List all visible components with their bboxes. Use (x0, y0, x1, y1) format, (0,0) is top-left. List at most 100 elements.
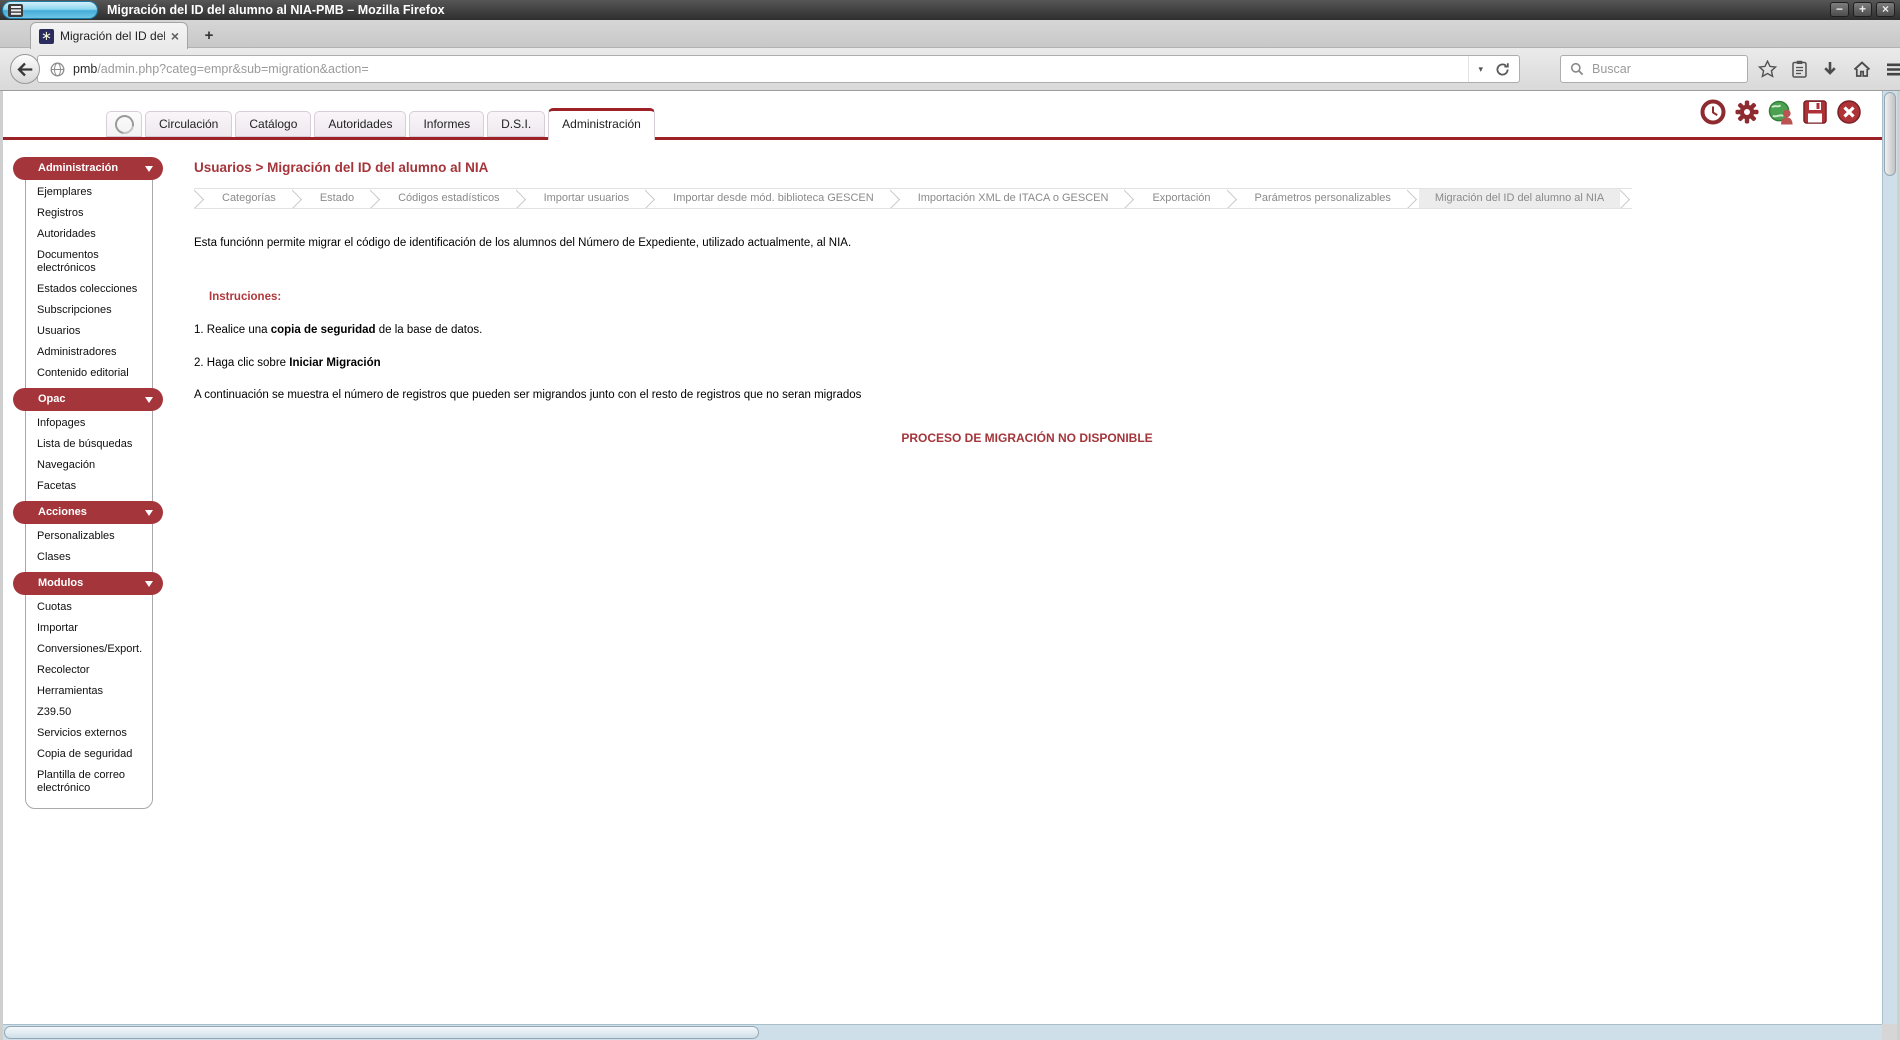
sidebar-item-conversiones-export[interactable]: Conversiones/Export. (13, 639, 163, 660)
sidebar-section-label: Acciones (38, 506, 87, 518)
sidebar-item-personalizables[interactable]: Personalizables (13, 526, 163, 547)
subtab-categorías[interactable]: Categorías (206, 189, 292, 208)
sidebar-item-servicios-externos[interactable]: Servicios externos (13, 723, 163, 744)
sidebar-section-opac[interactable]: Opac (13, 388, 163, 411)
pmb-tab-d-s-i[interactable]: D.S.I. (487, 111, 545, 137)
url-dropdown-icon[interactable]: ▾ (1478, 64, 1483, 75)
clock-icon[interactable] (1700, 99, 1726, 125)
subtab-estado[interactable]: Estado (304, 189, 370, 208)
bookmarks-clipboard-icon[interactable] (1792, 60, 1807, 78)
migration-note: A continuación se muestra el número de r… (194, 389, 1860, 401)
scrollbar-corner (1882, 1024, 1897, 1040)
menu-icon[interactable] (1886, 63, 1900, 76)
window-titlebar: Migración del ID del alumno al NIA-PMB –… (0, 0, 1900, 20)
pmb-logo[interactable] (106, 111, 142, 137)
sidebar-item-clases[interactable]: Clases (13, 547, 163, 568)
subtab-parámetros-personalizables[interactable]: Parámetros personalizables (1239, 189, 1407, 208)
sidebar-section-label: Modulos (38, 577, 83, 589)
reload-icon[interactable] (1495, 62, 1510, 77)
horizontal-scrollbar-thumb[interactable] (4, 1026, 759, 1039)
sidebar-section-acciones[interactable]: Acciones (13, 501, 163, 524)
url-host: pmb (73, 62, 97, 76)
sidebar-item-infopages[interactable]: Infopages (13, 413, 163, 434)
sidebar-item-autoridades[interactable]: Autoridades (13, 224, 163, 245)
sidebar-item-cuotas[interactable]: Cuotas (13, 597, 163, 618)
chevron-separator-icon (370, 189, 382, 208)
step-1-text: 1. Realice una (194, 324, 271, 336)
sidebar-item-recolector[interactable]: Recolector (13, 660, 163, 681)
browser-tab[interactable]: ∗ Migración del ID del ... × (30, 22, 188, 49)
chevron-separator-icon (1407, 189, 1419, 208)
step-1-bold: copia de seguridad (271, 324, 376, 336)
url-bar[interactable]: pmb/admin.php?categ=empr&sub=migration&a… (37, 55, 1520, 83)
instruction-step-2: 2. Haga clic sobre Iniciar Migración (194, 357, 1860, 369)
url-path: /admin.php?categ=empr&sub=migration&acti… (97, 62, 368, 76)
back-icon (17, 62, 33, 77)
sidebar-item-documentos-electrónicos[interactable]: Documentos electrónicos (13, 245, 163, 279)
window-controls: − + × (1830, 2, 1895, 17)
bookmark-star-icon[interactable] (1758, 60, 1777, 78)
sidebar-item-importar[interactable]: Importar (13, 618, 163, 639)
sidebar-item-subscripciones[interactable]: Subscripciones (13, 300, 163, 321)
search-bar[interactable]: Buscar (1560, 55, 1748, 83)
vertical-scrollbar[interactable] (1882, 91, 1897, 1024)
horizontal-scrollbar[interactable] (3, 1024, 1897, 1040)
pmb-logo-icon (111, 111, 137, 137)
new-tab-button[interactable]: + (196, 26, 222, 45)
sidebar-item-contenido-editorial[interactable]: Contenido editorial (13, 363, 163, 384)
sidebar-item-administradores[interactable]: Administradores (13, 342, 163, 363)
sidebar-section-administración[interactable]: Administración (13, 157, 163, 180)
admin-sidebar: Administración EjemplaresRegistrosAutorid… (13, 157, 163, 809)
subtab-importar-usuarios[interactable]: Importar usuarios (528, 189, 646, 208)
chevron-separator-icon (292, 189, 304, 208)
pmb-tab-circulación[interactable]: Circulación (145, 111, 232, 137)
sidebar-item-herramientas[interactable]: Herramientas (13, 681, 163, 702)
hamburger-icon (8, 4, 23, 17)
sidebar-section-modulos[interactable]: Modulos (13, 572, 163, 595)
chevron-separator-icon (194, 189, 206, 208)
firefox-app-menu-button[interactable] (2, 1, 98, 19)
main-content: Usuarios > Migración del ID del alumno a… (194, 160, 1860, 445)
subtab-exportación[interactable]: Exportación (1136, 189, 1226, 208)
window-title: Migración del ID del alumno al NIA-PMB –… (107, 0, 445, 20)
subtab-códigos-estadísticos[interactable]: Códigos estadísticos (382, 189, 516, 208)
vertical-scrollbar-thumb[interactable] (1884, 92, 1896, 176)
step-1-tail: de la base de datos. (376, 324, 483, 336)
sidebar-section-label: Administración (38, 162, 118, 174)
close-window-button[interactable]: × (1876, 2, 1895, 17)
minimize-button[interactable]: − (1830, 2, 1849, 17)
pmb-tab-administración[interactable]: Administración (548, 108, 655, 140)
sidebar-item-estados-colecciones[interactable]: Estados colecciones (13, 279, 163, 300)
close-session-icon[interactable] (1836, 99, 1862, 125)
maximize-button[interactable]: + (1853, 2, 1872, 17)
tab-close-icon[interactable]: × (171, 29, 179, 43)
pmb-tab-catálogo[interactable]: Catálogo (235, 111, 311, 137)
back-button[interactable] (10, 54, 40, 84)
step-2-bold: Iniciar Migración (289, 357, 380, 369)
chevron-separator-icon (645, 189, 657, 208)
subtab-importar-desde-mód-biblioteca-gescen[interactable]: Importar desde mód. biblioteca GESCEN (657, 189, 890, 208)
subtab-importación-xml-de-itaca-o-gescen[interactable]: Importación XML de ITACA o GESCEN (902, 189, 1125, 208)
gear-icon[interactable] (1734, 99, 1760, 125)
subtab-migración-del-id-del-alumno-al-nia[interactable]: Migración del ID del alumno al NIA (1419, 189, 1620, 208)
home-icon[interactable] (1853, 61, 1871, 77)
sidebar-item-plantilla-de-correo-electrónico[interactable]: Plantilla de correo electrónico (13, 765, 163, 799)
pmb-tab-autoridades[interactable]: Autoridades (314, 111, 406, 137)
downloads-icon[interactable] (1822, 61, 1838, 77)
sidebar-item-ejemplares[interactable]: Ejemplares (13, 182, 163, 203)
chevron-separator-icon (516, 189, 528, 208)
save-disk-icon[interactable] (1802, 99, 1828, 125)
sidebar-item-navegación[interactable]: Navegación (13, 455, 163, 476)
sidebar-item-lista-de-búsquedas[interactable]: Lista de búsquedas (13, 434, 163, 455)
sidebar-item-usuarios[interactable]: Usuarios (13, 321, 163, 342)
page-title: Usuarios > Migración del ID del alumno a… (194, 160, 1860, 175)
sidebar-item-copia-de-seguridad[interactable]: Copia de seguridad (13, 744, 163, 765)
search-placeholder: Buscar (1592, 62, 1631, 76)
pmb-tab-informes[interactable]: Informes (409, 111, 484, 137)
chevron-separator-icon (890, 189, 902, 208)
opac-globe-user-icon[interactable] (1768, 99, 1794, 125)
sidebar-item-facetas[interactable]: Facetas (13, 476, 163, 497)
browser-tab-label: Migración del ID del ... (60, 29, 165, 43)
sidebar-item-z39-50[interactable]: Z39.50 (13, 702, 163, 723)
sidebar-item-registros[interactable]: Registros (13, 203, 163, 224)
